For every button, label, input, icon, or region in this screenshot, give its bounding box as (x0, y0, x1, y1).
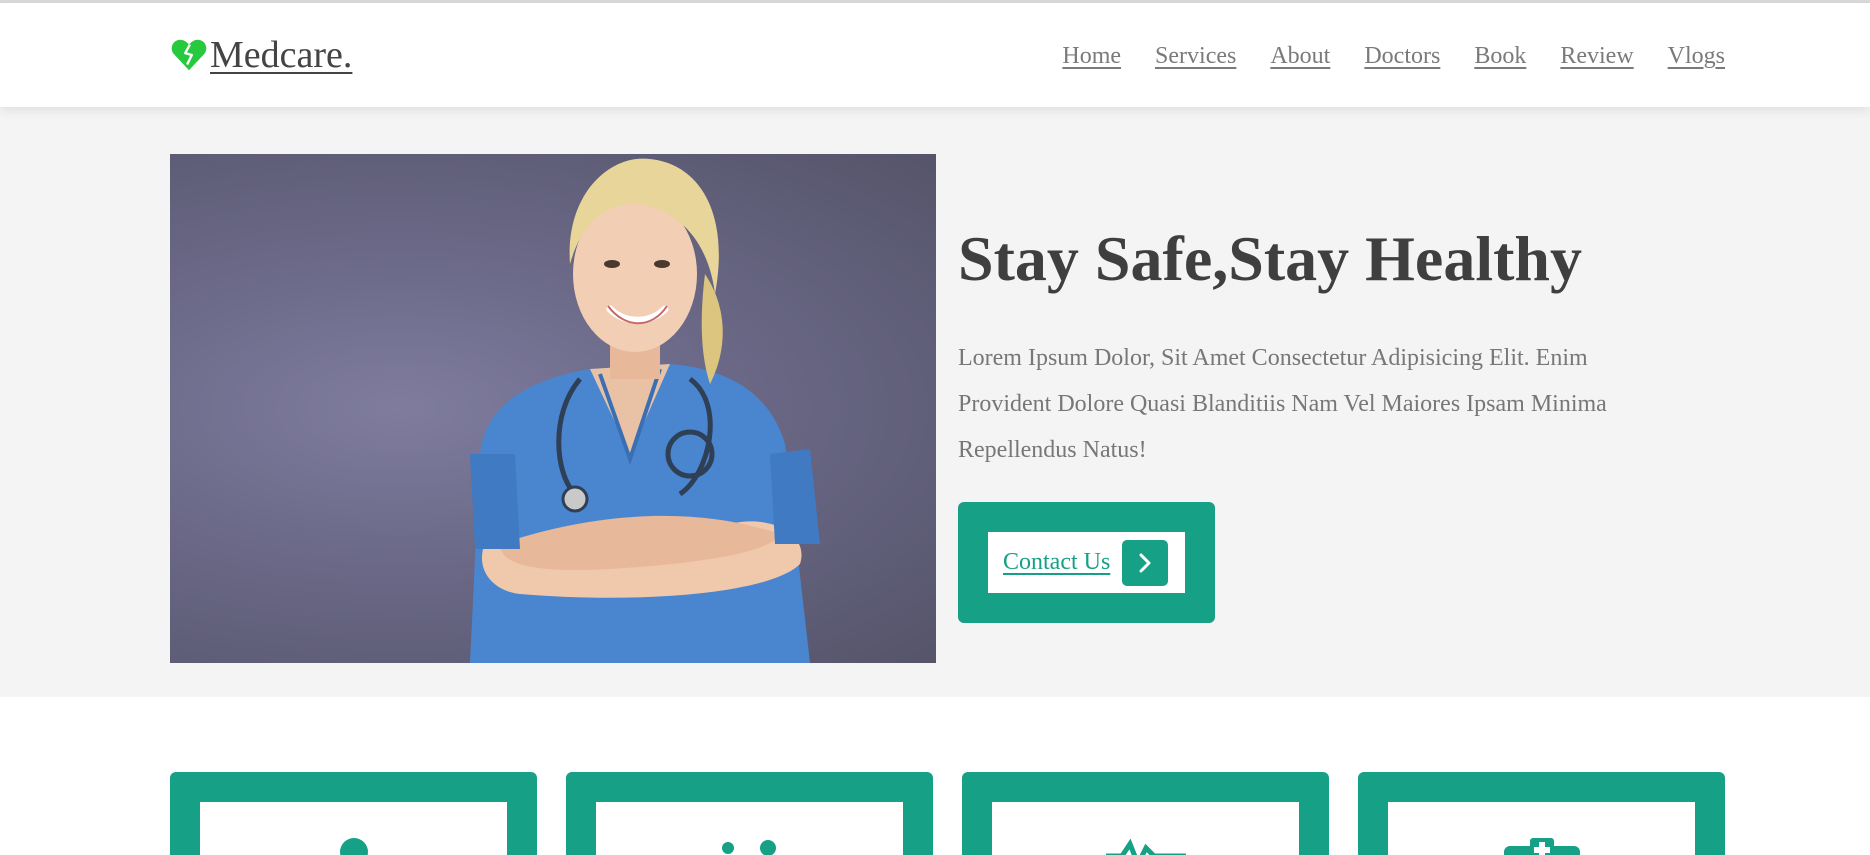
nurse-illustration (470, 158, 820, 663)
hero-image (170, 154, 936, 663)
feature-cards (170, 772, 1725, 855)
heart-broken-icon (171, 39, 207, 71)
users-icon (721, 840, 776, 855)
feature-card-body (596, 802, 903, 855)
main-nav: Home Services About Doctors Book Review … (1062, 43, 1725, 70)
nav-link-about[interactable]: About (1270, 43, 1330, 70)
hero-section: Stay Safe,Stay Healthy Lorem Ipsum Dolor… (0, 107, 1870, 697)
nav-link-review[interactable]: Review (1560, 43, 1633, 70)
nav-link-book[interactable]: Book (1474, 43, 1526, 70)
feature-card[interactable] (170, 772, 537, 855)
user-doctor-icon (339, 838, 368, 855)
nav-link-services[interactable]: Services (1155, 43, 1236, 70)
nav-link-vlogs[interactable]: Vlogs (1668, 43, 1725, 70)
feature-card[interactable] (566, 772, 933, 855)
feature-card-body (992, 802, 1299, 855)
feature-card-body (200, 802, 507, 855)
feature-card-body (1388, 802, 1695, 855)
brand-name: Medcare. (210, 34, 353, 76)
feature-card[interactable] (1358, 772, 1725, 855)
contact-us-label: Contact Us (1003, 549, 1111, 575)
hero-title: Stay Safe,Stay Healthy (958, 223, 1582, 294)
contact-us-frame: Contact Us (958, 502, 1215, 623)
nav-link-home[interactable]: Home (1062, 43, 1121, 70)
contact-us-button[interactable]: Contact Us (988, 532, 1185, 593)
feature-card[interactable] (962, 772, 1329, 855)
hero-description: Lorem Ipsum Dolor, Sit Amet Consectetur … (958, 345, 1607, 463)
heartbeat-icon (1105, 838, 1186, 855)
brand-logo-link[interactable]: Medcare. (170, 33, 352, 77)
nav-link-doctors[interactable]: Doctors (1364, 43, 1440, 70)
hospital-icon (1503, 838, 1580, 855)
chevron-right-icon (1122, 539, 1169, 586)
site-header: Medcare. Home Services About Doctors Boo… (0, 3, 1870, 107)
